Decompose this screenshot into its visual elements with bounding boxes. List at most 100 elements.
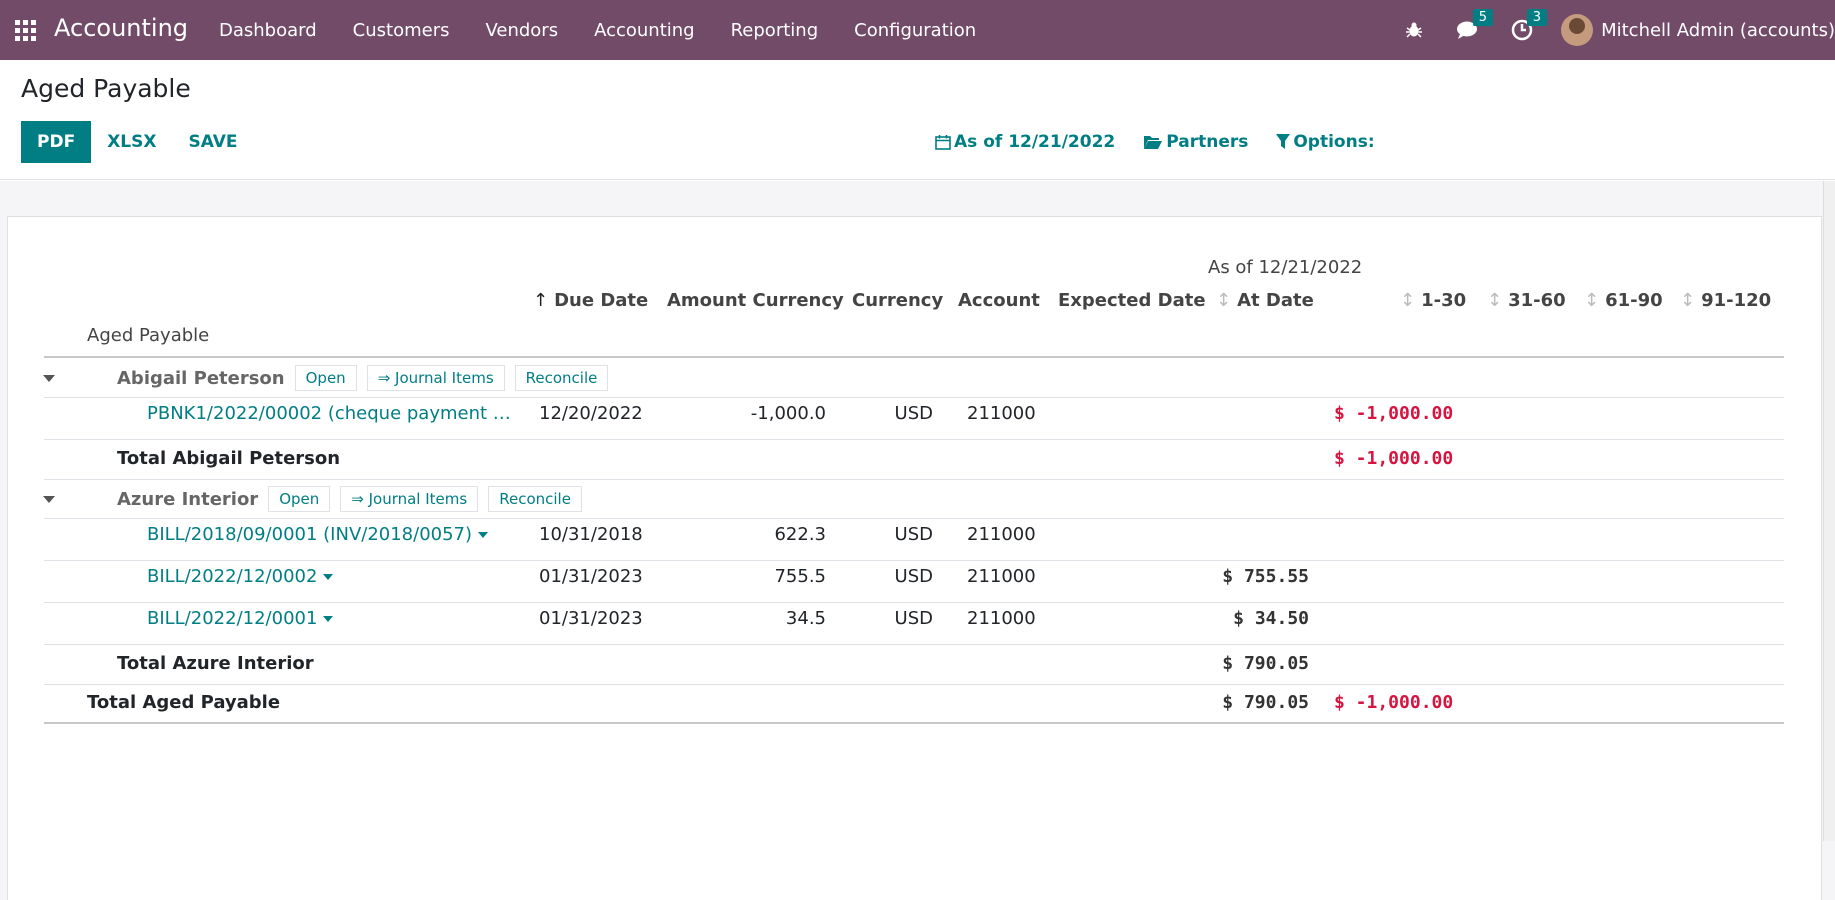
activities-clock-icon[interactable]: 3 (1507, 9, 1548, 45)
date-filter[interactable]: As of 12/21/2022 (935, 132, 1115, 152)
vertical-scrollbar[interactable] (1823, 181, 1835, 841)
partner-name: Azure Interior (117, 488, 259, 510)
move-line-ref: BILL/2018/09/0001 (INV/2018/0057) (147, 524, 473, 545)
amount-currency-cell: 34.5 (785, 608, 826, 629)
amount-currency-cell: -1,000.0 (750, 403, 826, 424)
menu-reporting[interactable]: Reporting (731, 20, 819, 41)
reconcile-button[interactable]: Reconcile (514, 365, 609, 391)
partner-total-label: Total Abigail Peterson (117, 448, 341, 469)
move-line-link[interactable]: BILL/2022/12/0001 (147, 608, 334, 629)
partner-total-1-30: $ -1,000.00 (1334, 448, 1454, 469)
footer-divider (44, 722, 1784, 724)
column-amount-currency-header: Amount Currency (667, 290, 844, 311)
currency-cell: USD (894, 608, 933, 629)
sort-icon: ↕ (1680, 290, 1696, 311)
partner-total-label: Total Azure Interior (117, 653, 314, 674)
row-divider (44, 602, 1784, 603)
account-cell: 211000 (967, 566, 1036, 587)
due-date-label: Due Date (554, 290, 649, 311)
currency-cell: USD (894, 566, 933, 587)
column-at-date-header[interactable]: ↕ At Date (1216, 290, 1314, 311)
user-avatar[interactable] (1561, 14, 1594, 46)
column-91-120-header[interactable]: ↕ 91-120 (1680, 290, 1771, 311)
row-divider (44, 684, 1784, 685)
menu-configuration[interactable]: Configuration (854, 20, 976, 41)
account-cell: 211000 (967, 524, 1036, 545)
amount-currency-cell: 755.5 (774, 566, 826, 587)
row-divider (44, 644, 1784, 645)
period-header: As of 12/21/2022 (1208, 257, 1363, 278)
partners-filter[interactable]: Partners (1143, 132, 1248, 152)
journal-items-button[interactable]: ⇒ Journal Items (366, 365, 505, 391)
save-button[interactable]: SAVE (172, 122, 253, 162)
collapse-caret-icon[interactable] (43, 496, 55, 503)
partner-row-abigail[interactable]: Abigail Peterson Open ⇒ Journal Items Re… (117, 365, 609, 391)
top-navbar: Accounting Dashboard Customers Vendors A… (0, 0, 1835, 60)
filter-funnel-icon (1276, 134, 1291, 149)
partner-row-azure[interactable]: Azure Interior Open ⇒ Journal Items Reco… (117, 486, 582, 512)
options-filter[interactable]: Options: (1276, 132, 1375, 152)
menu-dashboard[interactable]: Dashboard (219, 20, 317, 41)
move-line-ref: BILL/2022/12/0002 (147, 566, 318, 587)
xlsx-button[interactable]: XLSX (91, 122, 172, 162)
report-filters: As of 12/21/2022 Partners Options: (935, 132, 1403, 152)
user-menu[interactable]: Mitchell Admin (accounts) (1601, 20, 1835, 41)
report-sheet (7, 216, 1822, 900)
folder-open-icon (1144, 136, 1163, 149)
reconcile-button[interactable]: Reconcile (488, 486, 582, 512)
row-divider (44, 518, 1784, 519)
column-1-30-header[interactable]: ↕ 1-30 (1400, 290, 1466, 311)
apps-grid-icon[interactable] (15, 20, 36, 41)
column-name-header: Aged Payable (87, 325, 210, 346)
navbar-systray: 5 3 Mitchell Admin (accounts) (1399, 0, 1835, 60)
col-91-120-label: 91-120 (1701, 290, 1772, 311)
row-divider (44, 397, 1784, 398)
partner-name: Abigail Peterson (117, 367, 285, 389)
calendar-icon (935, 135, 951, 150)
activities-count-badge: 3 (1526, 9, 1548, 26)
open-button[interactable]: Open (294, 365, 357, 391)
pdf-button[interactable]: PDF (21, 121, 92, 163)
col-61-90-label: 61-90 (1605, 290, 1663, 311)
at-date-label: At Date (1237, 290, 1314, 311)
move-line-ref: BILL/2022/12/0001 (147, 608, 318, 629)
move-line-link[interactable]: BILL/2022/12/0002 (147, 566, 334, 587)
dropdown-caret-icon[interactable] (478, 532, 489, 538)
at-date-cell: $ 34.50 (1233, 608, 1309, 629)
messages-chat-icon[interactable]: 5 (1453, 9, 1494, 45)
app-name[interactable]: Accounting (54, 14, 188, 42)
at-date-cell: $ 755.55 (1222, 566, 1309, 587)
column-31-60-header[interactable]: ↕ 31-60 (1487, 290, 1566, 311)
partners-filter-label: Partners (1166, 132, 1249, 152)
column-account-header: Account (958, 290, 1040, 311)
sort-up-arrow-icon: ↑ (533, 290, 549, 311)
col-31-60-label: 31-60 (1508, 290, 1566, 311)
main-menu: Dashboard Customers Vendors Accounting R… (219, 20, 1012, 41)
options-filter-label: Options: (1293, 132, 1375, 152)
currency-cell: USD (894, 524, 933, 545)
menu-customers[interactable]: Customers (353, 20, 450, 41)
column-61-90-header[interactable]: ↕ 61-90 (1584, 290, 1663, 311)
col-1-30-label: 1-30 (1421, 290, 1467, 311)
control-panel: Aged Payable PDF XLSX SAVE As of 12/21/2… (0, 60, 1835, 180)
journal-items-button[interactable]: ⇒ Journal Items (340, 486, 479, 512)
move-line-link[interactable]: BILL/2018/09/0001 (INV/2018/0057) (147, 524, 489, 545)
page-title: Aged Payable (21, 74, 191, 103)
messages-count-badge: 5 (1472, 9, 1494, 26)
column-due-date-header[interactable]: ↑ Due Date (533, 290, 648, 311)
grand-total-1-30: $ -1,000.00 (1334, 692, 1454, 713)
sort-icon: ↕ (1487, 290, 1503, 311)
date-filter-label: As of 12/21/2022 (954, 132, 1116, 152)
dropdown-caret-icon[interactable] (323, 574, 334, 580)
collapse-caret-icon[interactable] (43, 375, 55, 382)
menu-accounting[interactable]: Accounting (594, 20, 695, 41)
move-line-link[interactable]: PBNK1/2022/00002 (cheque payment … (147, 403, 511, 424)
row-divider (44, 560, 1784, 561)
amount-currency-cell: 622.3 (774, 524, 826, 545)
menu-vendors[interactable]: Vendors (485, 20, 558, 41)
open-button[interactable]: Open (268, 486, 331, 512)
debug-bug-icon[interactable] (1399, 15, 1429, 45)
currency-cell: USD (894, 403, 933, 424)
dropdown-caret-icon[interactable] (323, 616, 334, 622)
report-buttons: PDF XLSX SAVE (21, 121, 254, 163)
